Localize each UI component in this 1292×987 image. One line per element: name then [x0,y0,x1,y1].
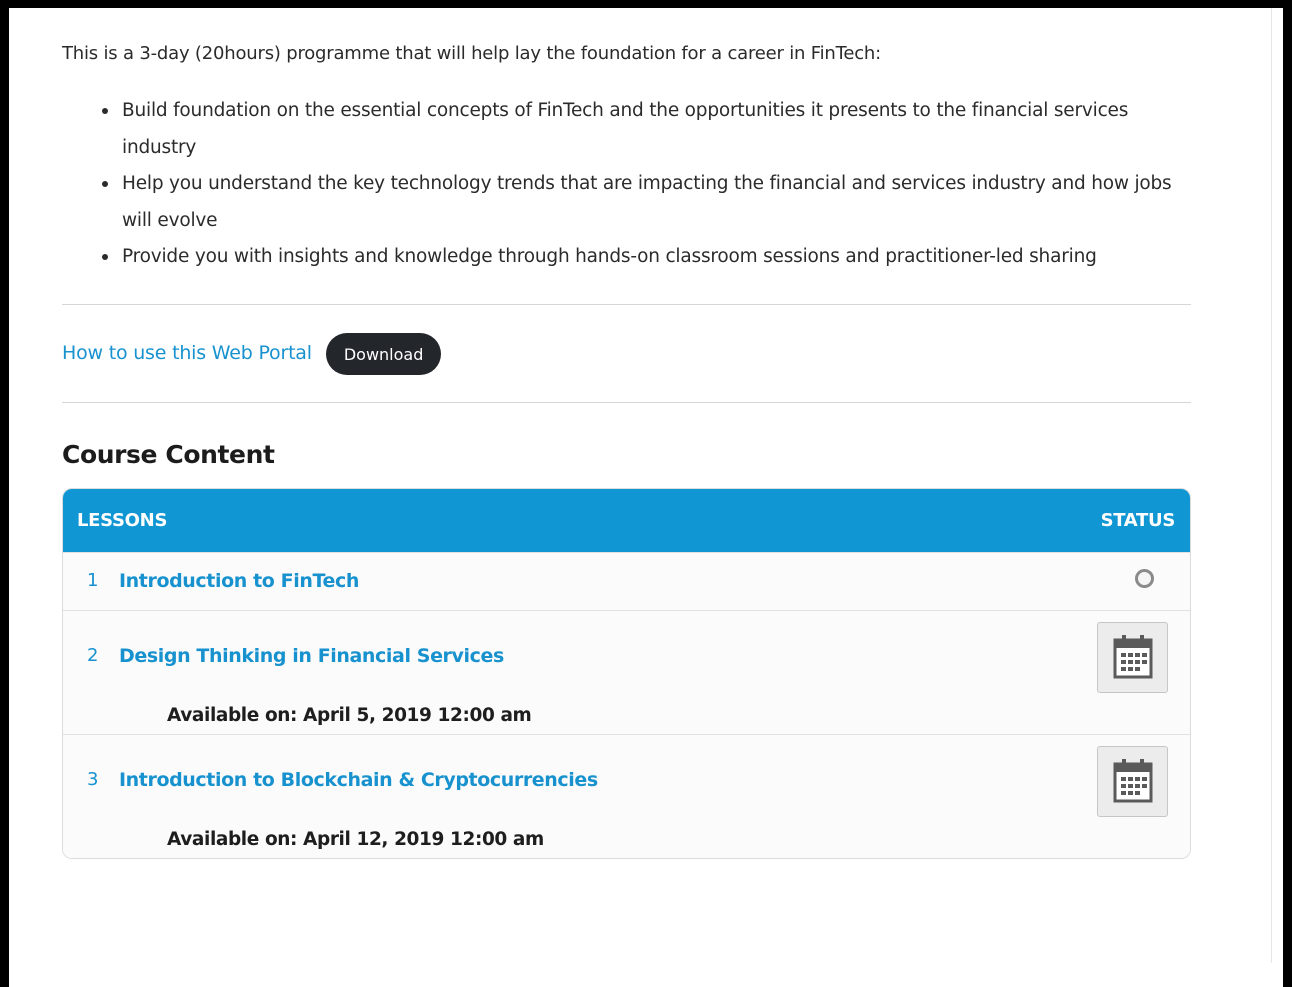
lesson-title-link[interactable]: Introduction to FinTech [119,570,359,592]
bullet-icon [102,254,108,260]
availability-date: Available on: April 5, 2019 12:00 am [167,704,532,726]
table-header: LESSONS STATUS [63,488,1190,552]
calendar-icon [1113,758,1153,802]
calendar-button[interactable] [1097,745,1168,817]
download-button[interactable]: Download [325,333,442,375]
list-item-text: Provide you with insights and knowledge … [122,246,1097,267]
bullet-icon [102,181,108,187]
section-title: Course Content [62,439,275,469]
lesson-row: 1 Introduction to FinTech [63,551,1190,610]
lesson-number: 3 [87,768,99,790]
lesson-title-link[interactable]: Introduction to Blockchain & Cryptocurre… [119,769,598,791]
bullet-icon [102,108,108,114]
availability-date: Available on: April 12, 2019 12:00 am [167,828,544,850]
list-item-text: Help you understand the key technology t… [122,173,1172,231]
divider [62,401,1191,403]
circle-outline-icon [1135,568,1154,588]
course-description-panel: This is a 3-day (20hours) programme that… [62,8,1191,859]
lesson-row: 2 Design Thinking in Financial Services … [63,609,1190,734]
list-item: Build foundation on the essential concep… [102,93,1191,166]
lesson-row: 3 Introduction to Blockchain & Cryptocur… [63,733,1190,858]
lesson-number: 2 [87,644,99,666]
portal-guide-row: How to use this Web Portal Download [62,305,1191,402]
calendar-button[interactable] [1097,621,1168,693]
list-item-text: Build foundation on the essential concep… [122,100,1129,158]
status-header: STATUS [1100,509,1176,531]
sidebar-divider [1271,8,1272,963]
portal-guide-link[interactable]: How to use this Web Portal [62,342,312,364]
objectives-list: Build foundation on the essential concep… [62,93,1191,276]
calendar-icon [1113,634,1153,678]
course-content-table: LESSONS STATUS 1 Introduction to FinTech… [62,487,1191,859]
lessons-header: LESSONS [77,509,168,531]
lesson-title-link[interactable]: Design Thinking in Financial Services [119,645,504,667]
list-item: Provide you with insights and knowledge … [102,239,1191,276]
intro-text: This is a 3-day (20hours) programme that… [62,43,882,64]
list-item: Help you understand the key technology t… [102,166,1191,239]
lesson-number: 1 [87,569,99,591]
